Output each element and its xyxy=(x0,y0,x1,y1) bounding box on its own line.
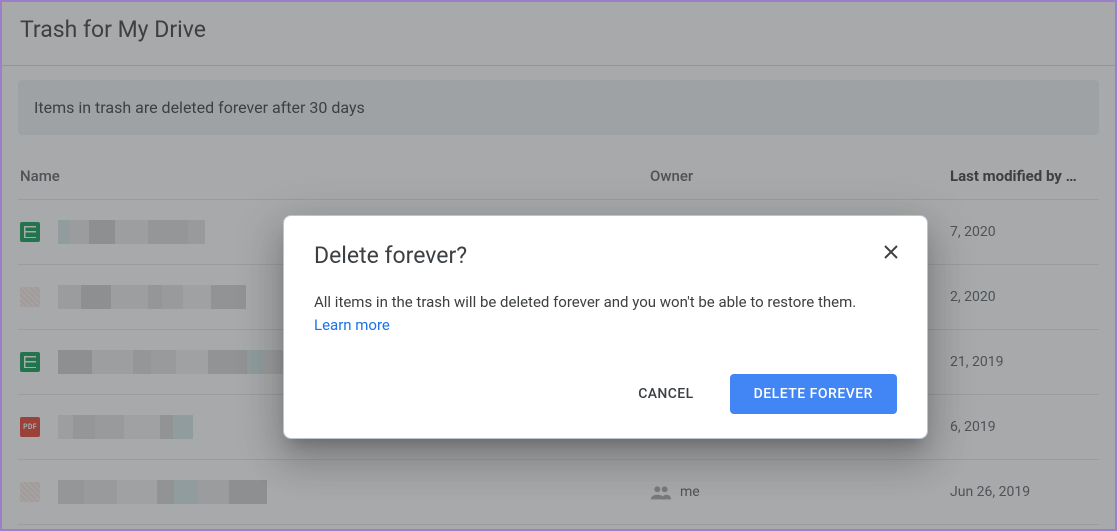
dialog-body: All items in the trash will be deleted f… xyxy=(314,291,897,338)
dialog-title: Delete forever? xyxy=(314,242,467,269)
file-modified: 2, 2020 xyxy=(950,289,1099,305)
column-header-owner[interactable]: Owner xyxy=(650,167,950,185)
delete-forever-button[interactable]: DELETE FOREVER xyxy=(730,374,897,414)
file-modified: 7, 2020 xyxy=(950,224,1099,240)
generic-file-icon xyxy=(20,482,40,502)
generic-file-icon xyxy=(20,287,40,307)
page-title: Trash for My Drive xyxy=(18,16,1099,43)
delete-forever-dialog: Delete forever? All items in the trash w… xyxy=(283,215,928,439)
redacted-filename xyxy=(58,285,246,309)
cancel-button[interactable]: CANCEL xyxy=(634,378,697,410)
close-icon[interactable] xyxy=(879,240,903,264)
table-header: Name Owner Last modified by … xyxy=(18,135,1099,200)
redacted-filename xyxy=(58,220,205,244)
file-owner: me xyxy=(680,484,700,500)
dialog-actions: CANCEL DELETE FOREVER xyxy=(314,374,897,414)
file-modified: 6, 2019 xyxy=(950,419,1099,435)
pdf-file-icon: PDF xyxy=(20,417,40,437)
sheets-file-icon xyxy=(20,352,40,372)
redacted-filename xyxy=(58,415,193,439)
shared-icon xyxy=(650,484,672,500)
divider xyxy=(2,65,1115,66)
sheets-file-icon xyxy=(20,222,40,242)
redacted-filename xyxy=(58,480,267,504)
file-modified: Jun 26, 2019 xyxy=(950,484,1099,500)
info-banner: Items in trash are deleted forever after… xyxy=(18,80,1099,135)
redacted-filename xyxy=(58,350,286,374)
learn-more-link[interactable]: Learn more xyxy=(314,316,390,334)
file-modified: 21, 2019 xyxy=(950,354,1099,370)
dialog-body-text: All items in the trash will be deleted f… xyxy=(314,293,856,311)
column-header-name[interactable]: Name xyxy=(20,167,650,185)
file-name-cell xyxy=(20,480,650,504)
file-owner-cell: me xyxy=(650,484,950,500)
table-row[interactable]: me Jun 26, 2019 xyxy=(18,460,1099,525)
column-header-modified[interactable]: Last modified by … xyxy=(950,167,1099,185)
dialog-header: Delete forever? xyxy=(314,242,897,269)
